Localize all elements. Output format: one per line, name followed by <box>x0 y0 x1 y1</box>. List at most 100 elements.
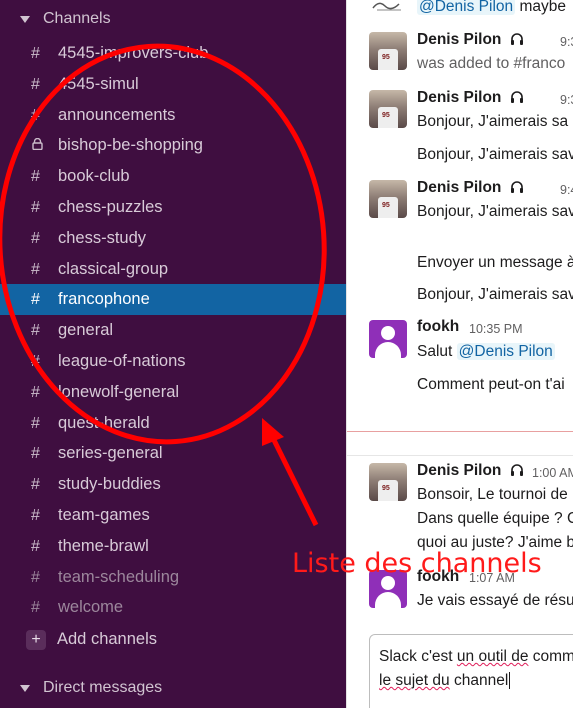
hash-icon: # <box>31 229 40 247</box>
sidebar-channel-welcome[interactable]: # welcome <box>0 592 346 623</box>
sidebar-channel-4545-improvers-club[interactable]: #4545-improvers-club <box>0 38 346 69</box>
direct-messages-header-label: Direct messages <box>43 679 163 696</box>
message-author[interactable]: fookh <box>417 318 459 336</box>
hash-icon: # <box>31 506 40 524</box>
lock-icon <box>0 136 58 155</box>
avatar[interactable]: 95 <box>369 463 407 501</box>
direct-messages-section-header[interactable]: Direct messages <box>0 674 162 702</box>
sidebar-channel-chess-puzzles[interactable]: # chess-puzzles <box>0 192 346 223</box>
avatar[interactable] <box>369 320 407 358</box>
plus-icon: + <box>26 629 46 650</box>
avatar[interactable]: 95 <box>369 90 407 128</box>
hash-icon: # <box>31 475 40 493</box>
sidebar: Channels #4545-improvers-club #4545-simul… <box>0 0 346 708</box>
message-text: Bonsoir, Le tournoi de <box>417 486 568 503</box>
message-text: Dans quelle équipe ? C <box>417 510 573 527</box>
channel-name: bishop-be-shopping <box>58 136 203 154</box>
channel-name: lonewolf-general <box>58 383 180 401</box>
headphones-icon <box>510 181 523 193</box>
channel-name: series-general <box>58 444 163 462</box>
channel-name: team-scheduling <box>58 568 180 586</box>
channel-name: quest-herald <box>58 414 150 432</box>
message-text: @Denis Pilon maybe <box>417 0 566 15</box>
hash-icon: # <box>31 75 40 93</box>
message-text: Je vais essayé de résu <box>417 592 573 609</box>
hash-icon: # <box>31 44 40 62</box>
caret-down-icon <box>20 15 30 23</box>
composer-text-line: Slack c'est un outil de comm <box>379 648 573 665</box>
composer-text-line: le sujet du channel <box>379 672 511 690</box>
channel-name: 4545-improvers-club <box>58 44 209 62</box>
message-author[interactable]: Denis Pilon <box>417 462 524 480</box>
headphones-icon <box>510 464 523 476</box>
channel-name: chess-study <box>58 229 147 247</box>
message-text: Bonjour, J'aimerais sav <box>417 203 573 220</box>
sidebar-channel-series-general[interactable]: # series-general <box>0 438 346 469</box>
message-composer[interactable]: Slack c'est un outil de comm le sujet du… <box>369 634 573 708</box>
hash-icon: # <box>31 321 40 339</box>
headphones-icon <box>510 33 523 45</box>
channel-name: book-club <box>58 167 130 185</box>
day-divider <box>347 455 573 456</box>
hash-icon: # <box>31 290 40 308</box>
channels-section-header[interactable]: Channels <box>0 5 111 33</box>
message-text: Envoyer un message à <box>417 254 573 271</box>
channel-name: francophone <box>58 290 150 308</box>
channel-name: league-of-nations <box>58 352 186 370</box>
sidebar-channel-classical-group[interactable]: # classical-group <box>0 254 346 285</box>
message-text: Bonjour, J'aimerais sav <box>417 286 573 303</box>
hash-icon: # <box>31 198 40 216</box>
message-author[interactable]: Denis Pilon <box>417 89 524 107</box>
sidebar-channel-francophone[interactable]: # francophone <box>0 284 346 315</box>
channel-name: 4545-simul <box>58 75 139 93</box>
sidebar-channel-league-of-nations[interactable]: # league-of-nations <box>0 346 346 377</box>
add-channels-button[interactable]: + Add channels <box>0 624 346 655</box>
message-timestamp[interactable]: 10:35 PM <box>469 322 523 336</box>
channel-name: general <box>58 321 114 339</box>
channel-name: welcome <box>58 598 124 616</box>
message-text: Bonjour, J'aimerais sa <box>417 113 569 130</box>
headphones-icon <box>510 91 523 103</box>
hash-icon: # <box>31 167 40 185</box>
hash-icon: # <box>31 598 40 616</box>
add-channels-label: Add channels <box>57 630 157 648</box>
message-text: Salut @Denis Pilon <box>417 343 555 360</box>
sidebar-channel-study-buddies[interactable]: # study-buddies <box>0 469 346 500</box>
sidebar-channel-4545-simul[interactable]: #4545-simul <box>0 69 346 100</box>
avatar[interactable]: 95 <box>369 32 407 70</box>
channel-name: chess-puzzles <box>58 198 163 216</box>
message-timestamp[interactable]: 9:43 PM <box>560 183 573 197</box>
hash-icon: # <box>31 568 40 586</box>
hash-icon: # <box>31 352 40 370</box>
new-messages-divider <box>347 431 573 432</box>
message-text: was added to #franco <box>417 55 566 72</box>
channel-name: announcements <box>58 106 176 124</box>
message-timestamp[interactable]: 9:36 PM <box>560 93 573 107</box>
sidebar-channel-team-games[interactable]: # team-games <box>0 500 346 531</box>
bot-logo-icon <box>372 2 401 11</box>
user-mention[interactable]: @Denis Pilon <box>456 343 555 360</box>
hash-icon: # <box>31 414 40 432</box>
channel-name: study-buddies <box>58 475 161 493</box>
message-text: Bonjour, J'aimerais sav <box>417 146 573 163</box>
message-author[interactable]: Denis Pilon <box>417 179 524 197</box>
channels-header-label: Channels <box>43 10 111 27</box>
message-pane: @Denis Pilon maybe 95 Denis Pilon 9:35 P… <box>346 0 573 708</box>
sidebar-channel-book-club[interactable]: # book-club <box>0 161 346 192</box>
message-timestamp[interactable]: 1:00 AM <box>532 466 573 480</box>
hash-icon: # <box>31 444 40 462</box>
sidebar-channel-announcements[interactable]: # announcements <box>0 100 346 131</box>
hash-icon: # <box>31 260 40 278</box>
user-mention[interactable]: @Denis Pilon <box>417 0 516 15</box>
sidebar-channel-general[interactable]: # general <box>0 315 346 346</box>
sidebar-channel-bishop-be-shopping[interactable]: bishop-be-shopping <box>0 130 346 161</box>
text-cursor <box>509 672 511 690</box>
message-author[interactable]: Denis Pilon <box>417 31 524 49</box>
hash-icon: # <box>31 383 40 401</box>
message-timestamp[interactable]: 9:35 PM <box>560 35 573 49</box>
sidebar-channel-quest-herald[interactable]: # quest-herald <box>0 408 346 439</box>
hash-icon: # <box>31 106 40 124</box>
sidebar-channel-chess-study[interactable]: # chess-study <box>0 223 346 254</box>
sidebar-channel-lonewolf-general[interactable]: # lonewolf-general <box>0 377 346 408</box>
avatar[interactable]: 95 <box>369 180 407 218</box>
